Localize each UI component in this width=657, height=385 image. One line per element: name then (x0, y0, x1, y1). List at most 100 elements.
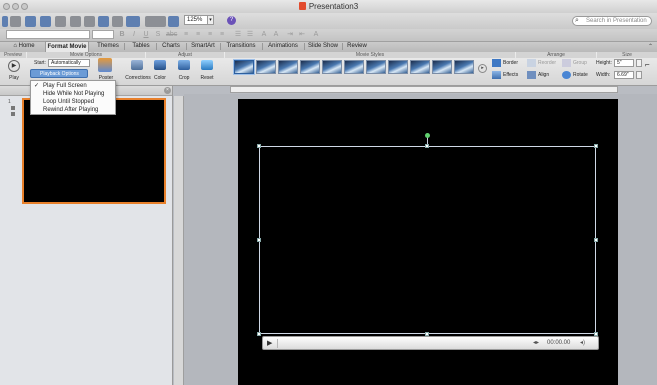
skip-icon[interactable]: ◂▸ (533, 339, 539, 346)
rotate-icon[interactable] (562, 71, 571, 79)
tab-transitions[interactable]: Transitions (221, 41, 261, 52)
outdent-icon[interactable]: ⇤ (298, 31, 306, 39)
numbering-icon[interactable]: ☰ (246, 31, 254, 39)
poster-frame-icon[interactable] (98, 58, 112, 72)
corrections-icon[interactable] (131, 60, 143, 70)
crop-icon[interactable] (178, 60, 190, 70)
indent-icon[interactable]: ⇥ (286, 31, 294, 39)
menu-item-play-full-screen[interactable]: ✓ Play Full Screen (31, 82, 115, 90)
help-icon[interactable]: ? (227, 16, 236, 25)
resize-handle-top-right[interactable] (594, 144, 598, 148)
volume-icon[interactable]: ◂) (580, 339, 585, 346)
collapse-ribbon-icon[interactable]: ⌃ (648, 43, 653, 50)
cut-icon[interactable] (70, 16, 81, 27)
start-label: Start: (34, 60, 46, 66)
resize-handle-top[interactable] (425, 144, 429, 148)
start-select[interactable]: Automatically (48, 59, 90, 67)
tab-tables[interactable]: Tables (126, 41, 156, 52)
effects-icon[interactable] (492, 71, 501, 79)
movie-object[interactable] (259, 146, 596, 334)
align-right-icon[interactable]: ≡ (206, 31, 214, 39)
shadow-icon[interactable]: S (154, 31, 162, 39)
resize-handle-right[interactable] (594, 238, 598, 242)
play-button[interactable]: ▶ (8, 60, 20, 72)
movie-style-6[interactable] (344, 60, 364, 74)
player-time: 00:00.00 (547, 340, 571, 346)
player-play-button[interactable]: ▶ (267, 339, 278, 348)
border-icon[interactable] (492, 59, 501, 67)
tab-themes[interactable]: Themes (92, 41, 124, 52)
effects-label[interactable]: Effects (503, 72, 518, 78)
tab-home[interactable]: ⌂ Home (4, 41, 44, 52)
zoom-dropdown[interactable]: ▾ (207, 15, 214, 25)
lock-aspect-icon[interactable]: ⌐ (645, 60, 650, 69)
rotation-handle[interactable] (425, 133, 430, 138)
resize-handle-bottom-left[interactable] (257, 332, 261, 336)
movie-style-11[interactable] (454, 60, 474, 74)
menu-item-rewind-after-playing[interactable]: Rewind After Playing (31, 106, 115, 114)
movie-style-7[interactable] (366, 60, 386, 74)
underline-icon[interactable]: U (142, 31, 150, 39)
undo-icon[interactable] (126, 16, 140, 27)
movie-style-4[interactable] (300, 60, 320, 74)
tab-smartart[interactable]: SmartArt (187, 41, 219, 52)
tab-home-label: Home (18, 43, 35, 49)
font-name-field[interactable] (6, 30, 90, 39)
paste-icon[interactable] (98, 16, 109, 27)
movie-style-10[interactable] (432, 60, 452, 74)
increase-font-icon[interactable]: A (260, 31, 268, 39)
tab-format-movie[interactable]: Format Movie (45, 41, 89, 52)
align-center-icon[interactable]: ≡ (194, 31, 202, 39)
zoom-field[interactable]: 125% (184, 15, 208, 25)
menu-item-label: Loop Until Stopped (43, 99, 95, 105)
search-field[interactable]: ⌕ Search in Presentation (572, 16, 652, 26)
format-painter-icon[interactable] (112, 16, 123, 27)
bold-icon[interactable]: B (118, 31, 126, 39)
height-field[interactable]: 5" (614, 59, 634, 67)
movie-style-1[interactable] (233, 59, 255, 75)
open-icon[interactable] (25, 16, 36, 27)
bullets-icon[interactable]: ☰ (234, 31, 242, 39)
align-left-icon[interactable]: ≡ (182, 31, 190, 39)
align-label[interactable]: Align (538, 72, 549, 78)
gallery-icon[interactable] (10, 16, 21, 27)
menu-item-loop-until-stopped[interactable]: Loop Until Stopped (31, 98, 115, 106)
height-stepper[interactable] (636, 59, 642, 67)
movie-style-5[interactable] (322, 60, 342, 74)
close-pane-icon[interactable]: × (164, 87, 171, 94)
font-color-icon[interactable]: A (312, 31, 320, 39)
save-icon[interactable] (40, 16, 51, 27)
movie-style-9[interactable] (410, 60, 430, 74)
movie-style-2[interactable] (256, 60, 276, 74)
align-icon[interactable] (527, 71, 536, 79)
search-placeholder: Search in Presentation (586, 18, 647, 24)
new-slide-icon[interactable] (155, 16, 166, 27)
more-styles-icon[interactable]: ▸ (478, 64, 487, 73)
reset-icon[interactable] (201, 60, 213, 70)
strikethrough-icon[interactable]: abc (166, 31, 177, 39)
tab-review[interactable]: Review (343, 41, 371, 52)
italic-icon[interactable]: I (130, 31, 138, 39)
font-size-field[interactable] (92, 30, 114, 39)
width-stepper[interactable] (636, 71, 642, 79)
width-field[interactable]: 6.69" (614, 71, 634, 79)
slide-show-icon[interactable] (168, 16, 179, 27)
tab-slide-show[interactable]: Slide Show (305, 41, 341, 52)
movie-style-3[interactable] (278, 60, 298, 74)
menu-item-hide-while-not-playing[interactable]: Hide While Not Playing (31, 90, 115, 98)
justify-icon[interactable]: ≡ (218, 31, 226, 39)
tab-animations[interactable]: Animations (263, 41, 303, 52)
print-icon[interactable] (55, 16, 66, 27)
copy-icon[interactable] (84, 16, 95, 27)
decrease-font-icon[interactable]: A (272, 31, 280, 39)
document-icon (298, 2, 306, 10)
rotate-label[interactable]: Rotate (573, 72, 588, 78)
resize-handle-top-left[interactable] (257, 144, 261, 148)
movie-style-8[interactable] (388, 60, 408, 74)
resize-handle-left[interactable] (257, 238, 261, 242)
tab-charts[interactable]: Charts (157, 41, 185, 52)
sidebar-toggle-icon[interactable] (2, 16, 8, 27)
menu-item-label: Hide While Not Playing (43, 91, 105, 97)
border-label[interactable]: Border (503, 60, 518, 66)
color-icon[interactable] (154, 60, 166, 70)
